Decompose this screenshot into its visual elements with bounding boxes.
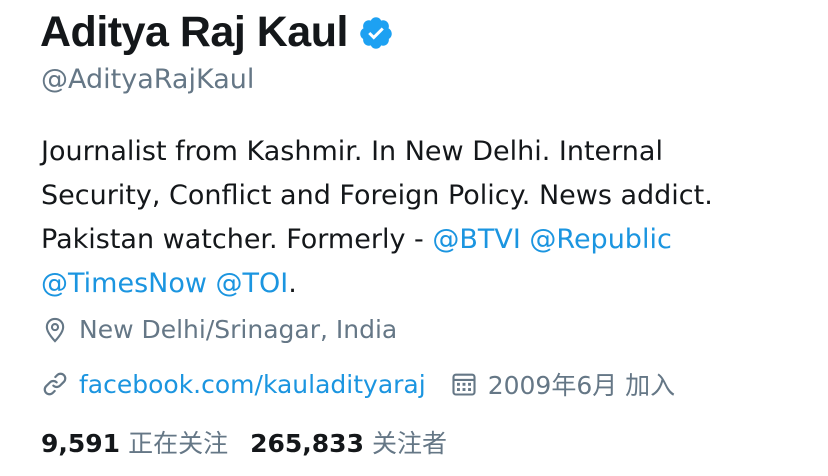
link-row: facebook.com/kauladityaraj 2009年6月 加入 [41, 366, 675, 402]
calendar-icon [450, 370, 478, 398]
location-row: New Delhi/Srinagar, India [41, 315, 397, 344]
profile-header: Aditya Raj Kaul @AdityaRajKaul Journalis… [0, 0, 828, 476]
following-count: 9,591 [41, 429, 121, 458]
link-icon [41, 370, 69, 398]
followers-stat-link[interactable]: 265,833 关注者 [250, 424, 447, 460]
bio-text: . [288, 268, 297, 299]
bio-text: Pakistan watcher. Formerly - [41, 224, 433, 255]
followers-count: 265,833 [250, 429, 364, 458]
profile-handle: @AdityaRajKaul [41, 64, 255, 95]
website-link[interactable]: facebook.com/kauladityaraj [79, 370, 426, 399]
follow-stats: 9,591 正在关注 265,833 关注者 [41, 424, 469, 460]
bio-text: Security, Conflict and Foreign Policy. N… [41, 180, 713, 211]
location-text: New Delhi/Srinagar, India [79, 315, 398, 344]
location-pin-icon [41, 316, 69, 344]
followers-label: 关注者 [371, 429, 447, 458]
following-label: 正在关注 [128, 429, 229, 458]
name-row: Aditya Raj Kaul [40, 8, 394, 57]
mention-link-timesnow[interactable]: @TimesNow [41, 268, 207, 299]
display-name: Aditya Raj Kaul [40, 8, 348, 56]
bio-text: Journalist from Kashmir. In New Delhi. I… [41, 136, 663, 167]
mention-link-republic[interactable]: @Republic [529, 224, 671, 255]
profile-bio: Journalist from Kashmir. In New Delhi. I… [41, 130, 801, 306]
following-stat-link[interactable]: 9,591 正在关注 [41, 424, 228, 460]
verified-badge-icon [358, 15, 394, 51]
mention-link-btvi[interactable]: @BTVI [432, 224, 520, 255]
mention-link-toi[interactable]: @TOI [216, 268, 289, 299]
joined-date: 2009年6月 加入 [487, 371, 676, 400]
